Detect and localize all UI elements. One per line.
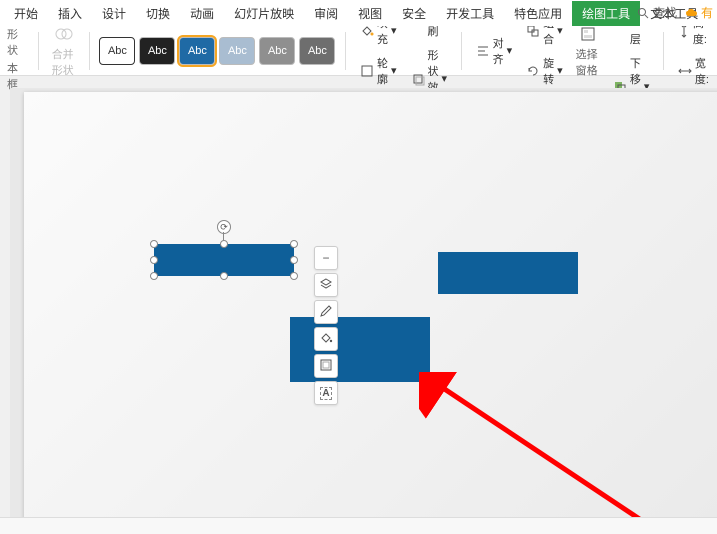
tab-review[interactable]: 审阅 <box>304 1 348 26</box>
width-label: 宽度: <box>695 55 709 87</box>
separator <box>663 32 664 70</box>
chevron-down-icon: ▾ <box>557 64 563 77</box>
rectangle-2[interactable] <box>290 317 430 382</box>
align-button[interactable]: 对齐 ▾ <box>472 33 517 69</box>
canvas-area[interactable]: ⟳ − <box>10 88 717 517</box>
rotate-icon <box>526 64 540 78</box>
tab-transition[interactable]: 切换 <box>136 1 180 26</box>
slide[interactable]: ⟳ − <box>24 92 717 517</box>
tab-insert[interactable]: 插入 <box>48 1 92 26</box>
tab-security[interactable]: 安全 <box>392 1 436 26</box>
outline-label: 轮廓 <box>377 55 388 87</box>
search-button[interactable]: 查找 <box>636 4 677 21</box>
style-preset-3-selected[interactable]: Abc <box>179 37 215 65</box>
tab-devtools[interactable]: 开发工具 <box>436 1 504 26</box>
select-pane-label[interactable]: 选择窗格 <box>576 46 600 78</box>
text-icon: A <box>320 387 331 400</box>
search-label: 查找 <box>653 4 677 21</box>
tab-start[interactable]: 开始 <box>4 1 48 26</box>
chevron-down-icon: ▾ <box>442 72 448 85</box>
width-icon <box>678 64 692 78</box>
pencil-icon <box>319 304 333 321</box>
float-edit-button[interactable] <box>314 300 338 324</box>
rotate-label: 旋转 <box>543 55 554 87</box>
ribbon-toolbar: 辑形状 本框 合并形状 Abc Abc Abc Abc Abc Abc 填充 ▾… <box>0 26 717 76</box>
search-icon <box>636 6 650 20</box>
style-preset-2[interactable]: Abc <box>139 37 175 65</box>
select-pane-icon[interactable] <box>578 24 598 44</box>
status-bar <box>0 517 717 534</box>
separator <box>89 32 90 70</box>
tab-featured[interactable]: 特色应用 <box>504 1 572 26</box>
chevron-down-icon: ▾ <box>507 44 513 57</box>
merge-shapes-icon[interactable] <box>54 24 74 44</box>
annotation-arrow <box>419 372 679 517</box>
separator <box>345 32 346 70</box>
float-toolbar: − A <box>314 246 338 405</box>
effect-icon <box>411 72 425 86</box>
float-layer-button[interactable] <box>314 273 338 297</box>
sel-handle-sw[interactable] <box>150 272 158 280</box>
separator <box>461 32 462 70</box>
tab-slideshow[interactable]: 幻灯片放映 <box>224 1 304 26</box>
rotate-button[interactable]: 旋转 ▾ <box>522 53 567 89</box>
align-icon <box>476 44 490 58</box>
sel-handle-s[interactable] <box>220 272 228 280</box>
outline-button[interactable]: 轮廓 ▾ <box>356 53 401 89</box>
cloud-label: 有 <box>701 4 713 21</box>
text-box-button[interactable]: 本框 <box>7 60 25 92</box>
tab-drawing-tools[interactable]: 绘图工具 <box>572 1 640 26</box>
sel-handle-ne[interactable] <box>290 240 298 248</box>
cloud-button[interactable]: 有 <box>685 4 713 21</box>
layers-icon <box>319 277 333 294</box>
float-fill-button[interactable] <box>314 327 338 351</box>
shape-styles-gallery: Abc Abc Abc Abc Abc Abc <box>99 37 335 65</box>
sel-handle-e[interactable] <box>290 256 298 264</box>
cloud-icon <box>685 6 699 20</box>
menu-bar: 开始 插入 设计 切换 动画 幻灯片放映 审阅 视图 安全 开发工具 特色应用 … <box>0 0 717 26</box>
rectangle-3[interactable] <box>438 252 578 294</box>
float-collapse-button[interactable]: − <box>314 246 338 270</box>
align-label: 对齐 <box>493 35 504 67</box>
sel-handle-n[interactable] <box>220 240 228 248</box>
style-preset-4[interactable]: Abc <box>219 37 255 65</box>
float-text-button[interactable]: A <box>314 381 338 405</box>
merge-shapes-label: 合并形状 <box>52 46 76 78</box>
width-field[interactable]: 宽度: <box>674 53 713 89</box>
separator <box>38 32 39 70</box>
style-preset-5[interactable]: Abc <box>259 37 295 65</box>
rect-outline-icon <box>319 358 333 375</box>
tab-design[interactable]: 设计 <box>92 1 136 26</box>
sel-handle-se[interactable] <box>290 272 298 280</box>
chevron-down-icon: ▾ <box>391 64 397 77</box>
paint-bucket-icon <box>319 331 333 348</box>
tab-animation[interactable]: 动画 <box>180 1 224 26</box>
sel-handle-nw[interactable] <box>150 240 158 248</box>
pen-icon <box>360 64 374 78</box>
sel-handle-w[interactable] <box>150 256 158 264</box>
style-preset-1[interactable]: Abc <box>99 37 135 65</box>
rotate-handle[interactable]: ⟳ <box>217 220 231 234</box>
tab-view[interactable]: 视图 <box>348 1 392 26</box>
style-preset-6[interactable]: Abc <box>299 37 335 65</box>
float-outline-button[interactable] <box>314 354 338 378</box>
